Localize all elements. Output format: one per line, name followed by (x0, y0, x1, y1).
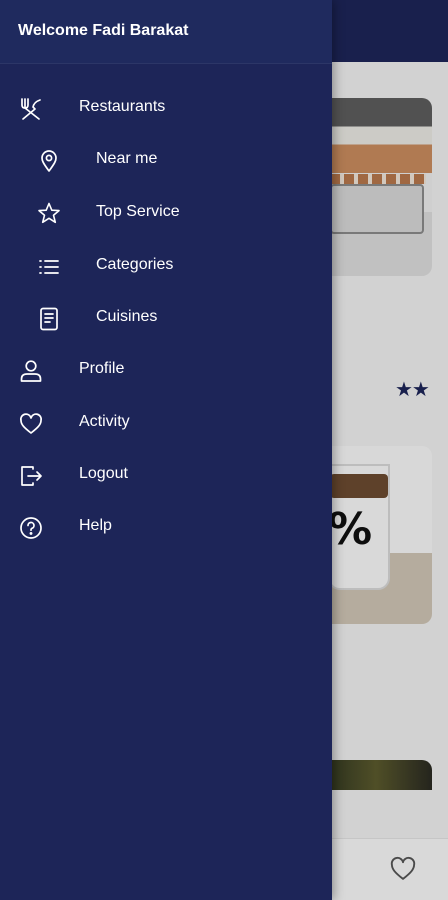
menu-item-help[interactable]: Help (0, 505, 332, 549)
menu-item-categories[interactable]: Categories (0, 244, 332, 288)
menu-item-near-me[interactable]: Near me (0, 138, 332, 182)
menu-item-label: Help (79, 517, 112, 534)
star-icon (36, 201, 62, 227)
welcome-text: Welcome Fadi Barakat (18, 22, 189, 39)
menu-item-logout[interactable]: Logout (0, 453, 332, 497)
cutlery-icon (18, 96, 44, 122)
location-pin-icon (36, 148, 62, 174)
user-icon (18, 358, 44, 384)
menu-item-top-service[interactable]: Top Service (0, 191, 332, 235)
menu-item-label: Top Service (96, 203, 180, 220)
menu-item-label: Near me (96, 150, 158, 167)
menu-item-label: Logout (79, 465, 128, 482)
menu-item-label: Categories (96, 256, 174, 273)
menu-item-restaurants[interactable]: Restaurants (0, 86, 332, 130)
help-icon (18, 515, 44, 541)
list-icon (36, 254, 62, 280)
menu-item-label: Restaurants (79, 98, 166, 115)
menu-item-label: Activity (79, 413, 130, 430)
navigation-drawer: Welcome Fadi Barakat Restaurants Near me (0, 0, 332, 900)
menu-item-cuisines[interactable]: Cuisines (0, 296, 332, 340)
logout-icon (18, 463, 44, 489)
drawer-header: Welcome Fadi Barakat (0, 0, 332, 64)
menu-item-profile[interactable]: Profile (0, 348, 332, 392)
menu-item-activity[interactable]: Activity (0, 401, 332, 445)
menu-item-label: Profile (79, 360, 125, 377)
document-icon (36, 306, 62, 332)
menu-item-label: Cuisines (96, 308, 158, 325)
heart-icon (18, 411, 44, 437)
